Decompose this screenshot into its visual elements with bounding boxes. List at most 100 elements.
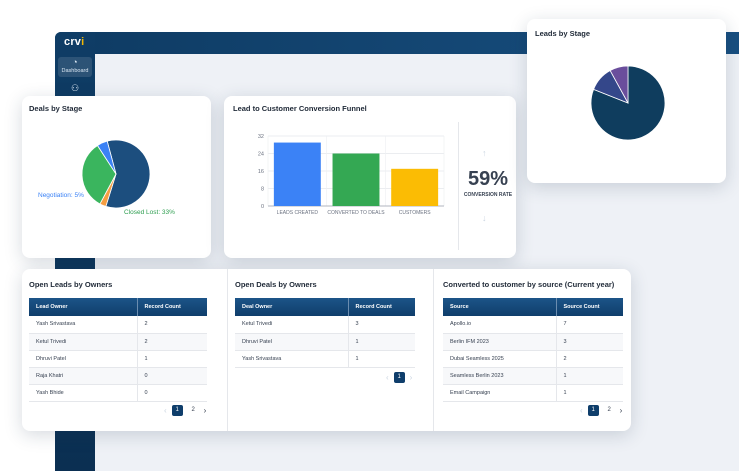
pagination: ‹ 1 2 ›	[164, 405, 206, 416]
divider	[458, 122, 459, 250]
table-cell: Dubai Seamless 2025	[443, 350, 557, 368]
page-button[interactable]: 1	[171, 405, 183, 416]
deals-pie-chart	[81, 139, 151, 209]
table-cell: Raja Khatri	[29, 367, 138, 385]
column-header[interactable]: Deal Owner	[235, 298, 349, 316]
y-tick-label: 24	[258, 152, 264, 158]
pie-label-negotiation: Negotiation: 5%	[38, 192, 84, 199]
column-header[interactable]: Record Count	[348, 298, 415, 316]
x-tick-label: LEADS CREATED	[277, 210, 319, 216]
logo-mark: i	[81, 36, 85, 48]
table-cell: Yash Srivastava	[235, 350, 349, 368]
table-cell: 2	[556, 350, 623, 368]
table-cell: Berlin IFM 2023	[443, 333, 557, 351]
table-row[interactable]: Dhruvi Patel 1	[29, 350, 207, 368]
deals-by-stage-card: Deals by Stage Negotiation: 5% Closed Lo…	[22, 96, 211, 258]
table-row[interactable]: Apollo.io 7	[443, 316, 623, 334]
sidebar-item-dashboard[interactable]: ◔ Dashboard	[58, 57, 92, 77]
card-title: Converted to customer by source (Current…	[443, 280, 615, 289]
page-button[interactable]: 2	[604, 405, 615, 416]
page-button[interactable]: 1	[587, 405, 599, 416]
prev-page-icon[interactable]: ‹	[386, 372, 389, 383]
y-tick-label: 32	[258, 134, 264, 140]
funnel-bar-chart: 0 8 16 24 32 LEADS CREATED CONVERTED TO DEALS C…	[258, 134, 445, 216]
table-row[interactable]: Ketul Trivedi 3	[235, 316, 415, 334]
next-page-icon[interactable]: ›	[410, 372, 413, 383]
pagination: ‹ 1 2 ›	[580, 405, 622, 416]
y-tick-label: 16	[258, 169, 264, 175]
x-tick-label: CUSTOMERS	[399, 210, 432, 216]
column-header[interactable]: Lead Owner	[29, 298, 138, 316]
y-tick-label: 0	[261, 204, 264, 210]
converted-by-source-table: Source Source Count Apollo.io 7 Berlin IF…	[443, 298, 623, 402]
table-cell: Yash Srivastava	[29, 316, 138, 334]
leads-by-stage-card: Leads by Stage	[527, 19, 726, 183]
gauge-icon: ◔	[72, 57, 78, 67]
column-header[interactable]: Record Count	[137, 298, 207, 316]
y-tick-label: 8	[261, 187, 264, 193]
table-row[interactable]: Yash Srivastava 2	[29, 316, 207, 334]
table-cell: Email Campaign	[443, 384, 557, 402]
sidebar-item-users[interactable]: ⚇	[58, 83, 92, 95]
column-header[interactable]: Source Count	[556, 298, 623, 316]
table-row[interactable]: Dubai Seamless 2025 2	[443, 350, 623, 368]
conversion-rate-value: 59%	[467, 168, 509, 190]
open-deals-table: Deal Owner Record Count Ketul Trivedi 3 D…	[235, 298, 415, 368]
x-tick-label: CONVERTED TO DEALS	[327, 210, 385, 216]
card-title: Open Leads by Owners	[29, 280, 113, 289]
table-row[interactable]: Ketul Trivedi 2	[29, 333, 207, 351]
table-cell: Dhruvi Patel	[235, 333, 349, 351]
funnel-bar	[273, 142, 321, 206]
table-row[interactable]: Dhruvi Patel 1	[235, 333, 415, 351]
arrow-down-icon: ↓	[482, 213, 487, 223]
sidebar-item-label: Dashboard	[61, 68, 89, 74]
prev-page-icon[interactable]: ‹	[580, 405, 583, 416]
users-icon: ⚇	[70, 83, 80, 93]
table-cell: Dhruvi Patel	[29, 350, 138, 368]
table-cell: 1	[348, 350, 415, 368]
table-cell: 1	[348, 333, 415, 351]
table-cell: Seamless Berlin 2023	[443, 367, 557, 385]
pie-label-closed-lost: Closed Lost: 33%	[124, 209, 175, 216]
conversion-rate-label: CONVERSION RATE	[463, 192, 513, 198]
table-cell: 1	[556, 384, 623, 402]
card-title: Lead to Customer Conversion Funnel	[233, 104, 367, 113]
arrow-up-icon: ↑	[482, 148, 487, 158]
table-row[interactable]: Yash Srivastava 1	[235, 350, 415, 368]
table-cell: Apollo.io	[443, 316, 557, 334]
card-title: Open Deals by Owners	[235, 280, 317, 289]
table-cell: 1	[137, 350, 207, 368]
funnel-bar	[391, 168, 439, 206]
column-header[interactable]: Source	[443, 298, 557, 316]
table-cell: 2	[137, 316, 207, 334]
table-row[interactable]: Berlin IFM 2023 3	[443, 333, 623, 351]
page-button[interactable]: 1	[393, 372, 405, 383]
app-logo[interactable]: crvi	[64, 36, 84, 48]
table-cell: 0	[137, 367, 207, 385]
table-cell: 3	[348, 316, 415, 334]
table-cell: 7	[556, 316, 623, 334]
open-leads-table: Lead Owner Record Count Yash Srivastava 2…	[29, 298, 207, 402]
table-row[interactable]: Email Campaign 1	[443, 384, 623, 402]
next-page-icon[interactable]: ›	[204, 405, 207, 416]
table-cell: Ketul Trivedi	[29, 333, 138, 351]
prev-page-icon[interactable]: ‹	[164, 405, 167, 416]
owners-tables-card: Open Leads by Owners Open Deals by Owner…	[22, 269, 631, 431]
table-row[interactable]: Raja Khatri 0	[29, 367, 207, 385]
table-row[interactable]: Seamless Berlin 2023 1	[443, 367, 623, 385]
table-cell: Ketul Trivedi	[235, 316, 349, 334]
table-cell: 3	[556, 333, 623, 351]
next-page-icon[interactable]: ›	[620, 405, 623, 416]
table-cell: 2	[137, 333, 207, 351]
page-button[interactable]: 2	[188, 405, 199, 416]
table-cell: 1	[556, 367, 623, 385]
table-cell: Yash Bhide	[29, 384, 138, 402]
leads-pie-chart	[590, 65, 666, 141]
table-cell: 0	[137, 384, 207, 402]
table-row[interactable]: Yash Bhide 0	[29, 384, 207, 402]
divider	[227, 269, 228, 431]
divider	[433, 269, 434, 431]
pagination: ‹ 1 ›	[386, 372, 412, 383]
logo-text: crv	[64, 36, 82, 48]
funnel-bar	[332, 153, 380, 206]
